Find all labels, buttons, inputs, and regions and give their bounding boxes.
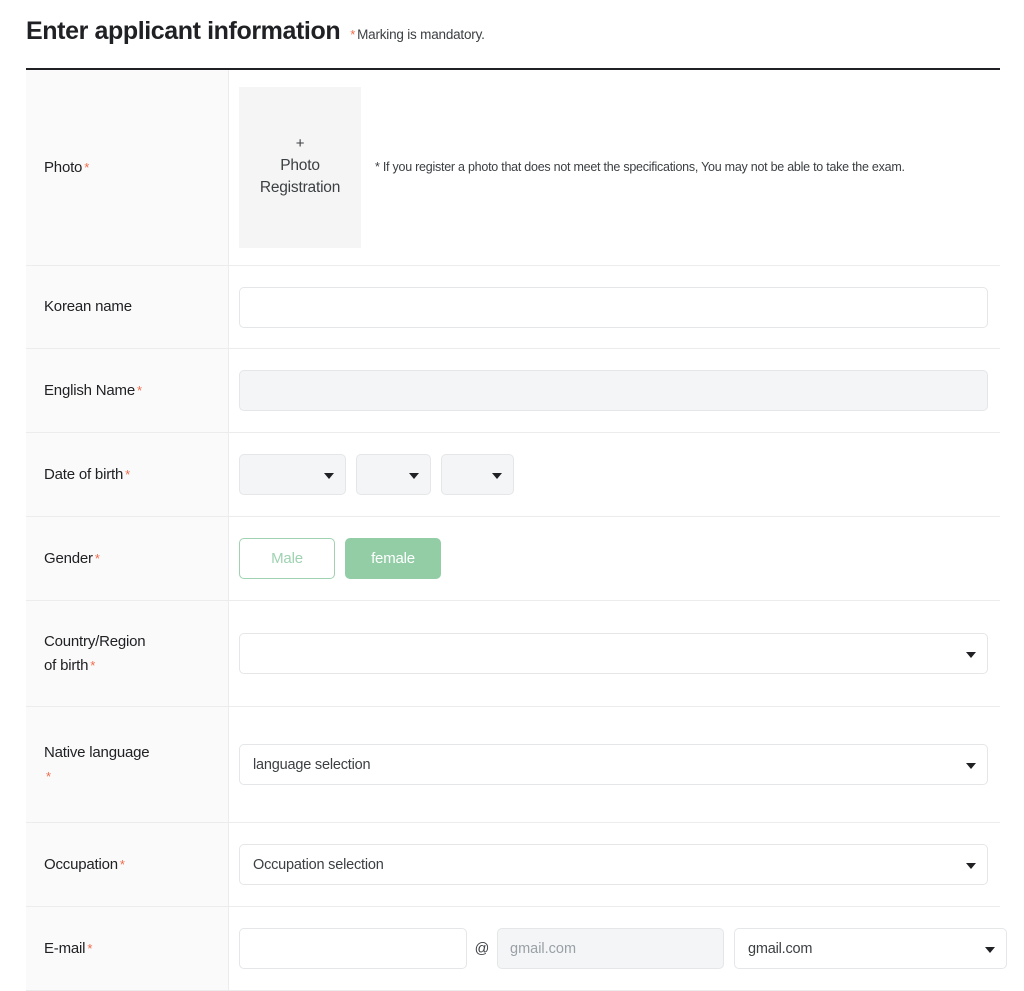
required-star-icon: * [46, 768, 51, 784]
mandatory-note-text: Marking is mandatory. [357, 27, 485, 42]
required-star-icon: * [94, 550, 100, 566]
table-row-country-of-birth: Country/Region of birth * [26, 600, 1000, 707]
photo-registration-button[interactable]: + Photo Registration [239, 87, 361, 248]
photo-wrap: + Photo Registration * If you register a… [239, 87, 988, 248]
table-row-native-language: Native language * language selection [26, 706, 1000, 823]
email-domain-select-value: gmail.com [748, 940, 813, 957]
required-star-icon: * [90, 657, 96, 673]
chevron-down-icon [985, 946, 995, 953]
english-name-input[interactable] [239, 370, 988, 411]
label-email: E-mail * [26, 906, 229, 991]
table-row-date-of-birth: Date of birth * [26, 432, 1000, 517]
required-star-icon: * [119, 856, 125, 872]
photo-upload-label-line1: Photo [280, 156, 320, 174]
email-domain-input[interactable] [497, 928, 724, 969]
birth-month-select[interactable] [356, 454, 431, 495]
label-country-of-birth: Country/Region of birth * [26, 600, 229, 707]
table-row-gender: Gender * Male female [26, 516, 1000, 601]
value-gender: Male female [228, 516, 1000, 601]
email-domain-select[interactable]: gmail.com [734, 928, 1007, 969]
photo-upload-label-line2: Registration [259, 178, 341, 196]
value-korean-name [228, 265, 1000, 349]
table-row-photo: Photo * + Photo Registration * If you reg… [26, 69, 1000, 266]
chevron-down-icon [492, 472, 502, 479]
label-native-language-text: Native language [44, 744, 150, 762]
label-gender: Gender * [26, 516, 229, 601]
table-row-english-name: English Name * [26, 348, 1000, 433]
label-korean-name-text: Korean name [44, 298, 132, 316]
email-local-input[interactable] [239, 928, 467, 969]
gender-option-male[interactable]: Male [239, 538, 335, 579]
date-of-birth-group [239, 454, 988, 495]
required-star-icon: * [84, 159, 90, 175]
birth-day-select[interactable] [441, 454, 514, 495]
value-email: @ gmail.com [228, 906, 1007, 991]
label-photo: Photo * [26, 69, 229, 266]
value-date-of-birth [228, 432, 1000, 517]
label-date-of-birth: Date of birth * [26, 432, 229, 517]
applicant-form-table: Photo * + Photo Registration * If you reg… [26, 68, 1007, 991]
chevron-down-icon [966, 762, 976, 769]
label-korean-name: Korean name [26, 265, 229, 349]
at-symbol-icon: @ [474, 940, 490, 957]
value-occupation: Occupation selection [228, 822, 1000, 907]
mandatory-note: * Marking is mandatory. [350, 27, 485, 42]
label-occupation: Occupation * [26, 822, 229, 907]
chevron-down-icon [409, 472, 419, 479]
gender-toggle-group: Male female [239, 538, 988, 579]
chevron-down-icon [966, 862, 976, 869]
required-star-icon: * [87, 940, 93, 956]
label-photo-text: Photo [44, 158, 83, 176]
label-gender-text: Gender [44, 549, 93, 567]
native-language-value: language selection [253, 756, 371, 773]
required-star-icon: * [350, 27, 356, 42]
page-title: Enter applicant information [26, 17, 341, 45]
applicant-information-page: Enter applicant information * Marking is … [0, 0, 1024, 991]
occupation-value: Occupation selection [253, 856, 384, 873]
label-date-of-birth-text: Date of birth [44, 465, 124, 483]
label-email-text: E-mail [44, 939, 86, 957]
plus-icon: + [295, 135, 305, 153]
birth-year-select[interactable] [239, 454, 346, 495]
korean-name-input[interactable] [239, 286, 988, 328]
value-country-of-birth [228, 600, 1000, 707]
native-language-select[interactable]: language selection [239, 744, 988, 785]
country-of-birth-select[interactable] [239, 633, 988, 674]
value-english-name [228, 348, 1000, 433]
chevron-down-icon [324, 472, 334, 479]
gender-option-female[interactable]: female [345, 538, 441, 579]
chevron-down-icon [966, 651, 976, 658]
email-group: @ gmail.com [239, 928, 1007, 969]
table-row-korean-name: Korean name [26, 265, 1000, 349]
label-country-of-birth-line2: of birth [44, 656, 89, 674]
required-star-icon: * [136, 382, 142, 398]
label-english-name-text: English Name [44, 381, 135, 399]
label-english-name: English Name * [26, 348, 229, 433]
table-row-email: E-mail * @ gmail.com [26, 906, 1007, 991]
occupation-select[interactable]: Occupation selection [239, 844, 988, 885]
page-header: Enter applicant information * Marking is … [26, 17, 485, 46]
required-star-icon: * [125, 466, 130, 482]
label-occupation-text: Occupation [44, 855, 118, 873]
label-native-language: Native language * [26, 706, 229, 823]
table-row-occupation: Occupation * Occupation selection [26, 822, 1000, 907]
value-native-language: language selection [228, 706, 1000, 823]
label-country-of-birth-line1: Country/Region [44, 633, 146, 651]
photo-specification-note: * If you register a photo that does not … [375, 159, 905, 174]
value-photo: + Photo Registration * If you register a… [228, 69, 1000, 266]
